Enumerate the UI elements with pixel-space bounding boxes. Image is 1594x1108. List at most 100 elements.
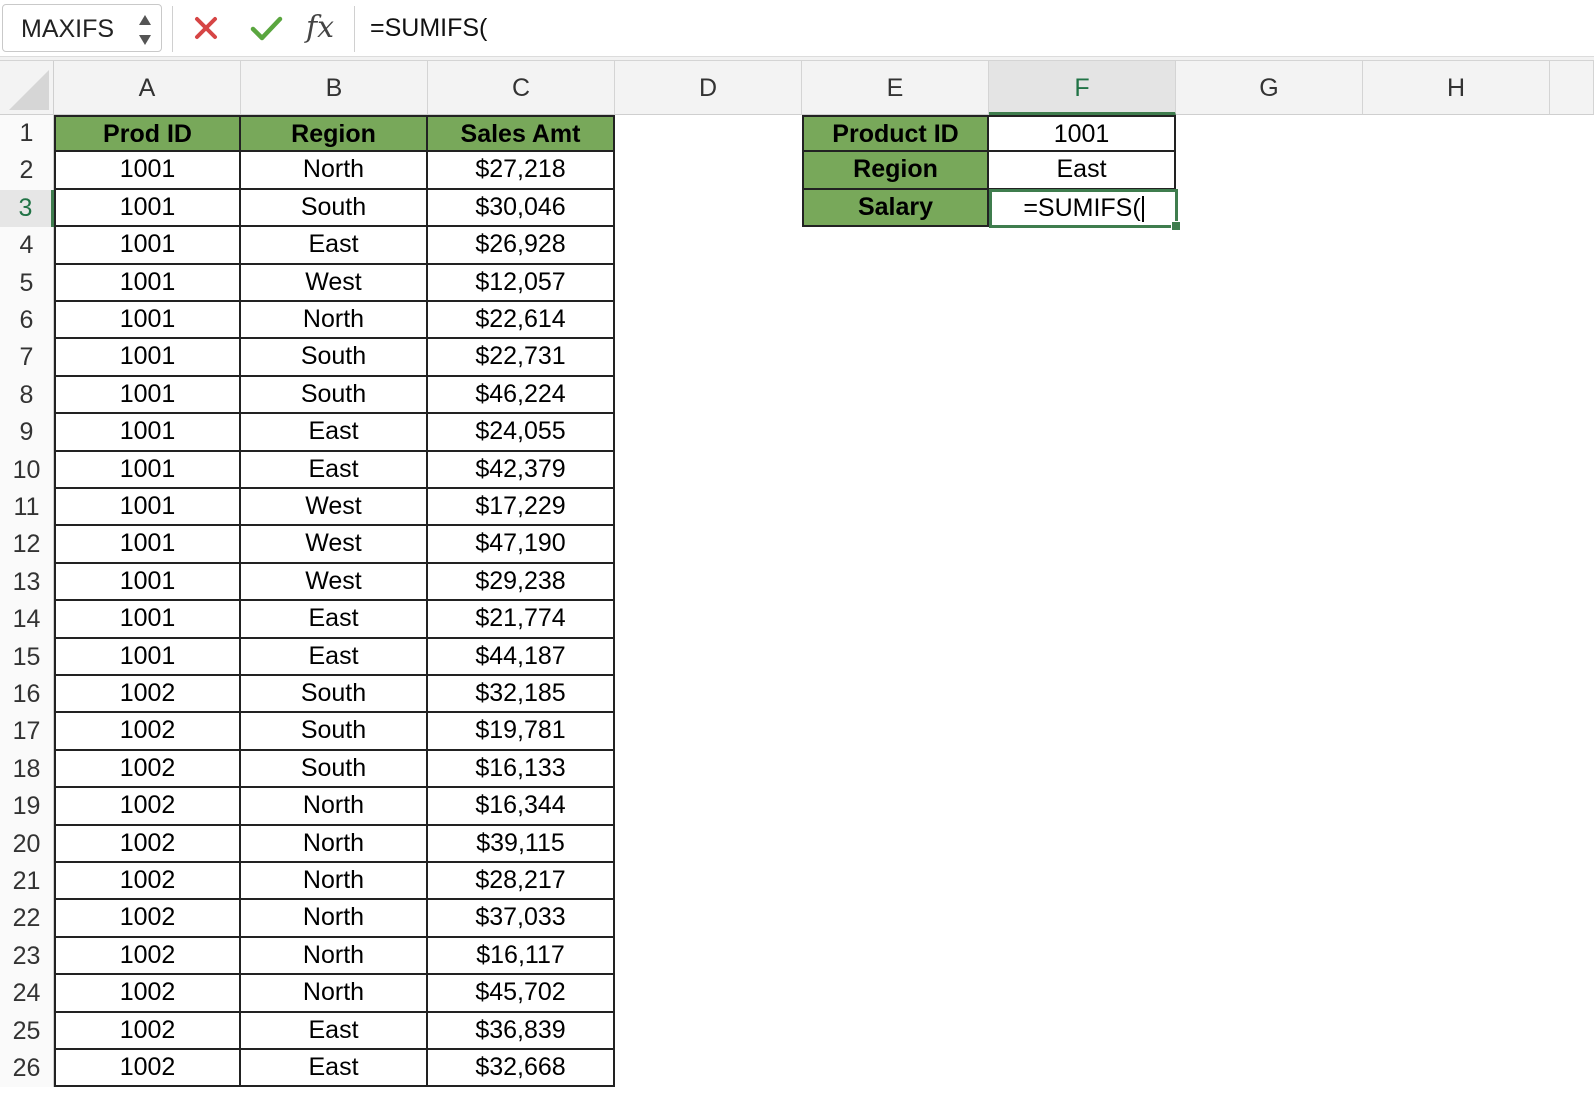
table-cell[interactable]: East (241, 451, 428, 489)
table-cell[interactable]: $22,731 (428, 339, 615, 377)
table-cell[interactable]: $16,344 (428, 788, 615, 826)
checkmark-icon[interactable] (246, 10, 286, 46)
row-header-13[interactable]: 13 (0, 563, 54, 602)
cancel-icon[interactable] (188, 10, 224, 46)
table-cell[interactable]: North (241, 302, 428, 340)
row-header-23[interactable]: 23 (0, 937, 54, 976)
table-cell[interactable]: $21,774 (428, 601, 615, 639)
table-cell[interactable]: East (241, 1050, 428, 1088)
table-cell[interactable]: 1001 (54, 302, 241, 340)
column-header-h[interactable]: H (1363, 61, 1550, 115)
table-cell[interactable]: 1001 (54, 451, 241, 489)
formula-input[interactable]: =SUMIFS( (370, 14, 487, 43)
table-cell[interactable]: $44,187 (428, 638, 615, 676)
lookup-value-cell[interactable]: East (989, 152, 1176, 190)
row-header-24[interactable]: 24 (0, 975, 54, 1013)
insert-function-button[interactable]: fx (306, 8, 346, 48)
table-cell[interactable]: 1002 (54, 825, 241, 863)
table-cell[interactable]: $30,046 (428, 189, 615, 228)
table-cell[interactable]: $47,190 (428, 526, 615, 564)
table-cell[interactable]: 1001 (54, 638, 241, 676)
table-cell[interactable]: East (241, 227, 428, 265)
column-header-f[interactable]: F (989, 61, 1176, 115)
column-header-a[interactable]: A (54, 61, 241, 115)
row-header-9[interactable]: 9 (0, 414, 54, 452)
row-header-6[interactable]: 6 (0, 302, 54, 340)
row-header-2[interactable]: 2 (0, 152, 54, 190)
column-header-g[interactable]: G (1176, 61, 1363, 115)
table-cell[interactable]: 1001 (54, 227, 241, 265)
table-cell[interactable]: 1001 (54, 264, 241, 302)
row-header-15[interactable]: 15 (0, 638, 54, 676)
table-cell[interactable]: $24,055 (428, 414, 615, 452)
row-header-17[interactable]: 17 (0, 713, 54, 751)
row-header-7[interactable]: 7 (0, 339, 54, 377)
active-cell-editor[interactable]: =SUMIFS( (989, 188, 1181, 232)
table-cell[interactable]: West (241, 264, 428, 302)
column-header-d[interactable]: D (615, 61, 802, 115)
row-header-20[interactable]: 20 (0, 825, 54, 863)
table-cell[interactable]: North (241, 825, 428, 863)
table-cell[interactable]: 1001 (54, 339, 241, 377)
table-cell[interactable]: 1002 (54, 788, 241, 826)
table-cell[interactable]: 1001 (54, 563, 241, 602)
table-cell[interactable]: 1002 (54, 975, 241, 1013)
table-cell[interactable]: $12,057 (428, 264, 615, 302)
row-header-4[interactable]: 4 (0, 227, 54, 265)
table-cell[interactable]: North (241, 788, 428, 826)
table-cell[interactable]: 1002 (54, 863, 241, 901)
table-cell[interactable]: $27,218 (428, 152, 615, 190)
table-cell[interactable]: South (241, 750, 428, 789)
row-header-26[interactable]: 26 (0, 1050, 54, 1088)
table-header-cell[interactable]: Region (241, 115, 428, 153)
column-header-c[interactable]: C (428, 61, 615, 115)
table-cell[interactable]: $16,117 (428, 937, 615, 976)
table-cell[interactable]: 1002 (54, 900, 241, 938)
row-header-11[interactable]: 11 (0, 489, 54, 527)
spreadsheet-grid[interactable]: A B C D E F G H 1 2 3 4 5 6 7 8 9 10 11 12 13 14 15 16 17 18 19 20 2… (0, 61, 1594, 1108)
table-cell[interactable]: 1002 (54, 937, 241, 976)
table-cell[interactable]: West (241, 526, 428, 564)
row-header-5[interactable]: 5 (0, 264, 54, 302)
row-header-18[interactable]: 18 (0, 750, 54, 789)
table-cell[interactable]: $26,928 (428, 227, 615, 265)
table-cell[interactable]: 1002 (54, 1050, 241, 1088)
table-cell[interactable]: $37,033 (428, 900, 615, 938)
row-header-1[interactable]: 1 (0, 115, 54, 153)
table-cell[interactable]: North (241, 975, 428, 1013)
table-cell[interactable]: South (241, 713, 428, 751)
lookup-label-cell[interactable]: Salary (802, 189, 989, 228)
fill-handle[interactable] (1171, 221, 1181, 232)
table-cell[interactable]: East (241, 601, 428, 639)
table-header-cell[interactable]: Sales Amt (428, 115, 615, 153)
table-cell[interactable]: 1002 (54, 676, 241, 714)
table-cell[interactable]: East (241, 414, 428, 452)
table-cell[interactable]: 1002 (54, 750, 241, 789)
row-header-25[interactable]: 25 (0, 1012, 54, 1050)
lookup-label-cell[interactable]: Product ID (802, 115, 989, 153)
table-cell[interactable]: North (241, 937, 428, 976)
table-cell[interactable]: 1001 (54, 489, 241, 527)
table-cell[interactable]: 1001 (54, 414, 241, 452)
table-cell[interactable]: West (241, 489, 428, 527)
table-cell[interactable]: South (241, 339, 428, 377)
table-cell[interactable]: South (241, 189, 428, 228)
table-cell[interactable]: East (241, 1012, 428, 1050)
table-cell[interactable]: $32,185 (428, 676, 615, 714)
table-cell[interactable]: $39,115 (428, 825, 615, 863)
table-cell[interactable]: $36,839 (428, 1012, 615, 1050)
table-cell[interactable]: North (241, 900, 428, 938)
table-cell[interactable]: $28,217 (428, 863, 615, 901)
column-header-e[interactable]: E (802, 61, 989, 115)
row-header-22[interactable]: 22 (0, 900, 54, 938)
table-cell[interactable]: $45,702 (428, 975, 615, 1013)
table-cell[interactable]: $29,238 (428, 563, 615, 602)
select-all-button[interactable] (0, 61, 54, 115)
table-cell[interactable]: 1001 (54, 526, 241, 564)
row-header-8[interactable]: 8 (0, 376, 54, 415)
table-cell[interactable]: North (241, 863, 428, 901)
table-cell[interactable]: South (241, 676, 428, 714)
table-cell[interactable]: 1001 (54, 601, 241, 639)
table-cell[interactable]: 1002 (54, 1012, 241, 1050)
row-header-12[interactable]: 12 (0, 526, 54, 564)
